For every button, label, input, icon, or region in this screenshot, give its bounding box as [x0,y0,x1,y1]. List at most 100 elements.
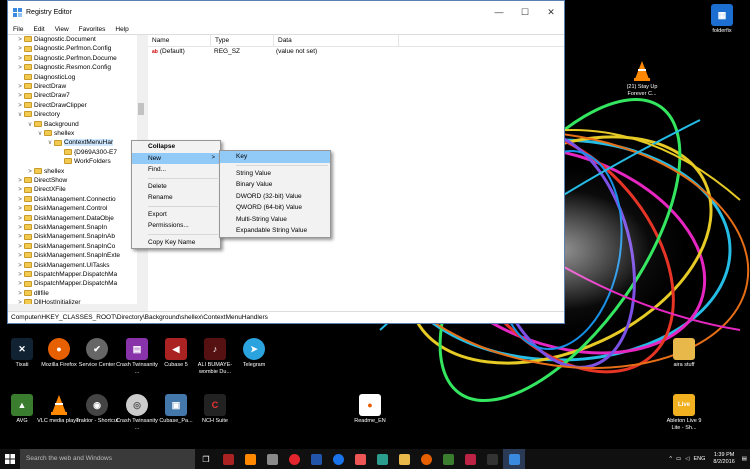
expand-chevron-icon[interactable]: > [16,205,24,214]
taskbar-search-box[interactable]: Search the web and Windows [20,449,195,469]
expand-chevron-icon[interactable]: > [16,252,24,261]
menu-item-permissions[interactable]: Permissions... [132,220,220,232]
expand-chevron-icon[interactable]: > [16,177,24,186]
taskbar-firefox-icon[interactable] [415,449,437,469]
expand-chevron-icon[interactable]: > [16,233,24,242]
tree-node[interactable]: > Diagnostic.Document [8,35,96,44]
tree-node[interactable]: > DiskManagement.SnapInExte [8,251,120,260]
expand-chevron-icon[interactable]: > [16,290,24,299]
submenu-item-qword-value[interactable]: QWORD (64-bit) Value [220,202,330,214]
network-icon[interactable]: ▭ [676,456,681,462]
title-bar[interactable]: Registry Editor — ☐ ✕ [8,1,564,24]
taskbar-avg-icon[interactable] [437,449,459,469]
menu-item-new[interactable]: New > [132,152,220,164]
menu-file[interactable]: File [13,26,23,33]
collapse-chevron-icon[interactable]: v [26,121,34,130]
tree-node[interactable]: > DirectDraw7 [8,91,70,100]
tray-chevron-icon[interactable]: ^ [669,456,672,462]
menu-help[interactable]: Help [115,26,128,33]
menu-item-collapse[interactable]: Collapse [132,141,220,153]
tree-node[interactable]: v Background [8,120,79,129]
expand-chevron-icon[interactable]: > [16,280,24,289]
taskbar-browser-icon[interactable] [327,449,349,469]
desktop-icon-crash-twinsanity[interactable]: ▤ Crash Twinsanity ... [115,338,159,375]
tree-node[interactable]: DiagnosticLog [8,73,75,82]
tree-node[interactable]: {D969A300-E7 [8,148,117,157]
desktop-icon-nch-suite[interactable]: C NCH Suite [193,394,237,425]
expand-chevron-icon[interactable]: > [16,55,24,64]
collapse-chevron-icon[interactable]: v [36,130,44,139]
submenu-item-dword-value[interactable]: DWORD (32-bit) Value [220,191,330,203]
column-header-name[interactable]: Name [148,35,211,46]
taskbar-nch-icon[interactable] [481,449,503,469]
submenu-item-binary-value[interactable]: Binary Value [220,179,330,191]
language-indicator[interactable]: ENG [693,456,705,462]
expand-chevron-icon[interactable]: > [16,45,24,54]
expand-chevron-icon[interactable]: > [16,224,24,233]
expand-chevron-icon[interactable]: > [16,186,24,195]
expand-chevron-icon[interactable]: > [16,271,24,280]
menu-view[interactable]: View [55,26,69,33]
tree-node[interactable]: > DirectShow [8,176,67,185]
submenu-item-multi-string-value[interactable]: Multi-String Value [220,214,330,226]
desktop-icon-ableton[interactable]: Live Ableton Live 9 Lite - Sh... [662,394,706,431]
menu-favorites[interactable]: Favorites [79,26,106,33]
tree-node[interactable]: > Diagnostic.Perfmon.Docume [8,54,117,63]
desktop-icon-aira-stuff[interactable]: aira stuff [662,338,706,369]
tree-node[interactable]: > DispatchMapper.DispatchMa [8,270,117,279]
taskbar-cubase-pa-icon[interactable] [459,449,481,469]
tree-node[interactable]: v shellex [8,129,75,139]
tree-node[interactable]: > DirectDraw [8,82,66,91]
tree-node[interactable]: > DiskManagement.Control [8,204,107,213]
tree-node[interactable]: > DiskManagement.SnapInCo [8,242,115,251]
taskbar-regedit-icon[interactable] [503,449,525,469]
desktop-icon-telegram[interactable]: ➤ Telegram [232,338,276,369]
desktop-icon-folderfix[interactable]: ▦ folderfix [700,4,744,35]
tree-node[interactable]: > DiskManagement.UITasks [8,261,109,270]
expand-chevron-icon[interactable]: > [16,196,24,205]
column-header-data[interactable]: Data [274,35,399,46]
expand-chevron-icon[interactable]: > [16,102,24,111]
desktop-icon-stay-up[interactable]: (21) Stay Up Forever C... [620,60,664,97]
close-button[interactable]: ✕ [538,1,564,23]
desktop-icon-cubase5[interactable]: ◀ Cubase 5 [154,338,198,369]
tree-node[interactable]: > shellex [8,167,64,176]
expand-chevron-icon[interactable]: > [16,83,24,92]
volume-icon[interactable]: ◁ [685,456,689,462]
taskbar-opera-icon[interactable] [283,449,305,469]
clock[interactable]: 1:39 PM 8/2/2016 [709,452,738,466]
maximize-button[interactable]: ☐ [512,1,538,23]
tree-node[interactable]: WorkFolders [8,157,111,166]
collapse-chevron-icon[interactable]: v [16,111,24,120]
expand-chevron-icon[interactable]: > [16,64,24,73]
menu-item-find[interactable]: Find... [132,164,220,176]
collapse-chevron-icon[interactable]: v [46,139,54,148]
desktop-icon-cubase-pa[interactable]: ▣ Cubase_Pa... [154,394,198,425]
tree-node[interactable]: > DiskManagement.DataObje [8,214,114,223]
desktop-icon-traktor[interactable]: ◉ Traktor - Shortcut [75,394,119,425]
start-button[interactable] [0,449,20,469]
tree-node[interactable]: > dllfile [8,289,49,298]
tree-node[interactable]: > DiskManagement.Connectio [8,195,115,205]
tree-node[interactable]: > DirectDrawClipper [8,101,87,110]
expand-chevron-icon[interactable]: > [16,243,24,252]
notifications-icon[interactable]: ▤ [742,456,747,462]
desktop-icon-ali-bumaye[interactable]: ♪ ALI BUMAYE-wombie Du... [193,338,237,375]
tree-node[interactable]: > DispatchMapper.DispatchMa [8,279,117,288]
tree-node[interactable]: > Diagnostic.Resmon.Config [8,63,111,72]
taskbar-vlc-icon[interactable] [239,449,261,469]
menu-item-copy-key-name[interactable]: Copy Key Name [132,237,220,249]
minimize-button[interactable]: — [486,1,512,23]
desktop-icon-crash-twinsanity-disc[interactable]: ◎ Crash Twinsanity ... [115,394,159,431]
menu-item-rename[interactable]: Rename [132,192,220,204]
taskbar-mega-icon[interactable] [371,449,393,469]
expand-chevron-icon[interactable]: > [26,168,34,177]
taskbar-app-icon[interactable] [349,449,371,469]
submenu-item-key[interactable]: Key [220,151,330,163]
taskbar-folder-icon[interactable] [393,449,415,469]
taskbar-tixati-icon[interactable] [305,449,327,469]
task-view-icon[interactable]: ❐ [195,449,217,469]
submenu-item-string-value[interactable]: String Value [220,168,330,180]
tree-node[interactable]: v ContextMenuHar [8,138,114,148]
menu-edit[interactable]: Edit [33,26,44,33]
